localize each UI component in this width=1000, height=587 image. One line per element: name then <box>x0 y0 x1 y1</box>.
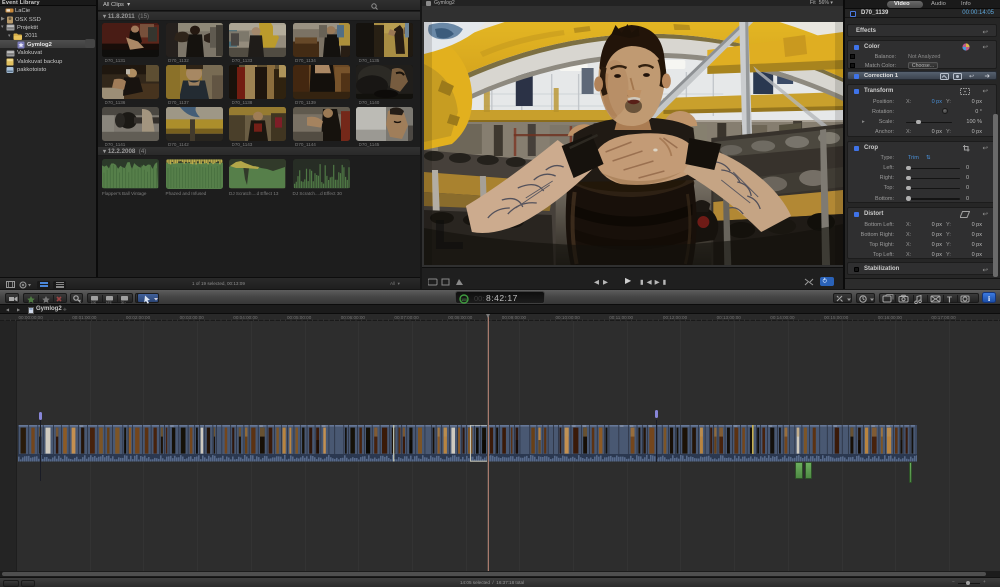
svg-text:100: 100 <box>461 297 467 301</box>
svg-text:30 •: 30 • <box>121 300 126 304</box>
svg-text:4 FS: 4 FS <box>106 300 112 304</box>
svg-text:T: T <box>947 295 952 304</box>
svg-text:5:00: 5:00 <box>91 300 97 304</box>
